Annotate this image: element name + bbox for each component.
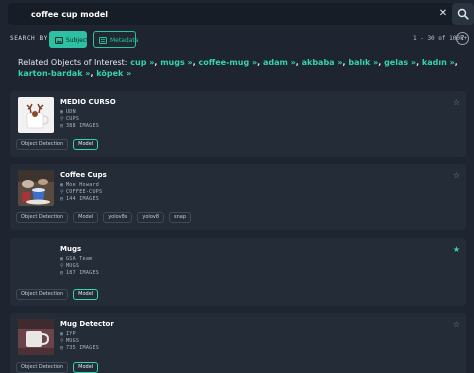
search-button[interactable] bbox=[452, 3, 474, 25]
result-title[interactable]: Mug Detector bbox=[60, 320, 114, 328]
favorite-star-icon[interactable]: ★ bbox=[453, 245, 460, 254]
result-tags: Object Detection Model yolov8s yolov8 sn… bbox=[16, 212, 192, 223]
result-thumbnail bbox=[18, 170, 54, 206]
result-image-count: ▤ 144 IMAGES bbox=[60, 196, 100, 202]
coffee-cups-image bbox=[18, 170, 54, 206]
result-owner: ▣ UDN bbox=[60, 109, 76, 115]
tag-model[interactable]: Model bbox=[73, 212, 99, 223]
search-bar: ✕ bbox=[8, 3, 474, 25]
related-object-link[interactable]: coffee-mug » bbox=[199, 58, 258, 67]
tag-object-detection[interactable]: Object Detection bbox=[16, 289, 69, 300]
metadata-filter-label: Metadata bbox=[110, 37, 139, 44]
tag-model[interactable]: Model bbox=[73, 139, 99, 150]
related-object-link[interactable]: karton-bardak » bbox=[18, 69, 90, 78]
result-thumbnail bbox=[18, 244, 54, 280]
result-image-count: ▤ 388 IMAGES bbox=[60, 123, 100, 129]
related-object-link[interactable]: akbaba » bbox=[302, 58, 343, 67]
result-owner: ▣ IYP bbox=[60, 331, 76, 337]
result-category: ⚲ MUGS bbox=[60, 338, 80, 344]
related-object-link[interactable]: gelas » bbox=[384, 58, 416, 67]
result-tags: Object Detection Model bbox=[16, 289, 99, 300]
result-image-count: ▤ 735 IMAGES bbox=[60, 345, 100, 351]
search-input[interactable] bbox=[16, 3, 416, 25]
result-category: ⚲ MUGS bbox=[60, 263, 80, 269]
search-icon bbox=[457, 8, 469, 20]
related-object-link[interactable]: mugs » bbox=[160, 58, 192, 67]
related-objects: Related Objects of Interest: cup », mugs… bbox=[18, 58, 458, 78]
mug-detector-image bbox=[18, 319, 54, 355]
result-tags: Object Detection Model bbox=[16, 362, 99, 373]
tag-object-detection[interactable]: Object Detection bbox=[16, 139, 69, 150]
result-category: ⚲ COFFEE-CUPS bbox=[60, 189, 103, 195]
related-object-link[interactable]: adam » bbox=[263, 58, 296, 67]
result-owner: ▣ GSA Team bbox=[60, 256, 93, 262]
result-thumbnail bbox=[18, 319, 54, 355]
result-title[interactable]: Mugs bbox=[60, 245, 81, 253]
result-card[interactable]: Coffee Cups ▣ Moe Howard ⚲ COFFEE-CUPS ▤ 14… bbox=[10, 164, 466, 230]
related-object-link[interactable]: kadın » bbox=[422, 58, 455, 67]
mug-antlers-image bbox=[18, 97, 54, 133]
result-owner: ▣ Moe Howard bbox=[60, 182, 100, 188]
result-tags: Object Detection Model bbox=[16, 139, 99, 150]
metadata-filter-button[interactable]: Metadata bbox=[93, 31, 139, 48]
related-objects-title: Related Objects of Interest: bbox=[18, 58, 128, 67]
result-card[interactable]: MEDIO CURSO ▣ UDN ⚲ CUPS ▤ 388 IMAGES ☆ Obj… bbox=[10, 91, 466, 157]
related-object-link[interactable]: cup » bbox=[130, 58, 154, 67]
subject-filter-button[interactable]: Subject bbox=[49, 31, 89, 48]
tag-snap[interactable]: snap bbox=[169, 212, 192, 223]
clear-search-button[interactable]: ✕ bbox=[436, 7, 450, 21]
result-card[interactable]: Mugs ▣ GSA Team ⚲ MUGS ▤ 187 IMAGES ★ Objec… bbox=[10, 238, 466, 306]
tag-yolov8[interactable]: yolov8 bbox=[137, 212, 165, 223]
result-category: ⚲ CUPS bbox=[60, 116, 80, 122]
favorite-star-icon[interactable]: ☆ bbox=[453, 98, 460, 107]
result-title[interactable]: MEDIO CURSO bbox=[60, 98, 116, 106]
tag-object-detection[interactable]: Object Detection bbox=[16, 362, 69, 373]
result-title[interactable]: Coffee Cups bbox=[60, 171, 107, 179]
search-by-row: SEARCH BY: Subject Metadata 1 - 30 of 10… bbox=[8, 31, 469, 48]
favorite-star-icon[interactable]: ☆ bbox=[453, 320, 460, 329]
related-object-link[interactable]: balık » bbox=[348, 58, 378, 67]
tag-yolov8s[interactable]: yolov8s bbox=[103, 212, 133, 223]
help-button[interactable]: ? bbox=[456, 32, 469, 45]
image-icon bbox=[55, 37, 63, 44]
favorite-star-icon[interactable]: ☆ bbox=[453, 171, 460, 180]
search-by-label: SEARCH BY: bbox=[10, 35, 53, 42]
subject-filter-label: Subject bbox=[66, 37, 89, 44]
result-thumbnail bbox=[18, 97, 54, 133]
tag-list-icon bbox=[99, 37, 107, 44]
result-card[interactable]: Mug Detector ▣ IYP ⚲ MUGS ▤ 735 IMAGES ☆ Ob… bbox=[10, 313, 466, 373]
related-object-link[interactable]: köpek » bbox=[96, 69, 131, 78]
tag-model[interactable]: Model bbox=[73, 362, 99, 373]
tag-model[interactable]: Model bbox=[73, 289, 99, 300]
tag-object-detection[interactable]: Object Detection bbox=[16, 212, 69, 223]
result-image-count: ▤ 187 IMAGES bbox=[60, 270, 100, 276]
